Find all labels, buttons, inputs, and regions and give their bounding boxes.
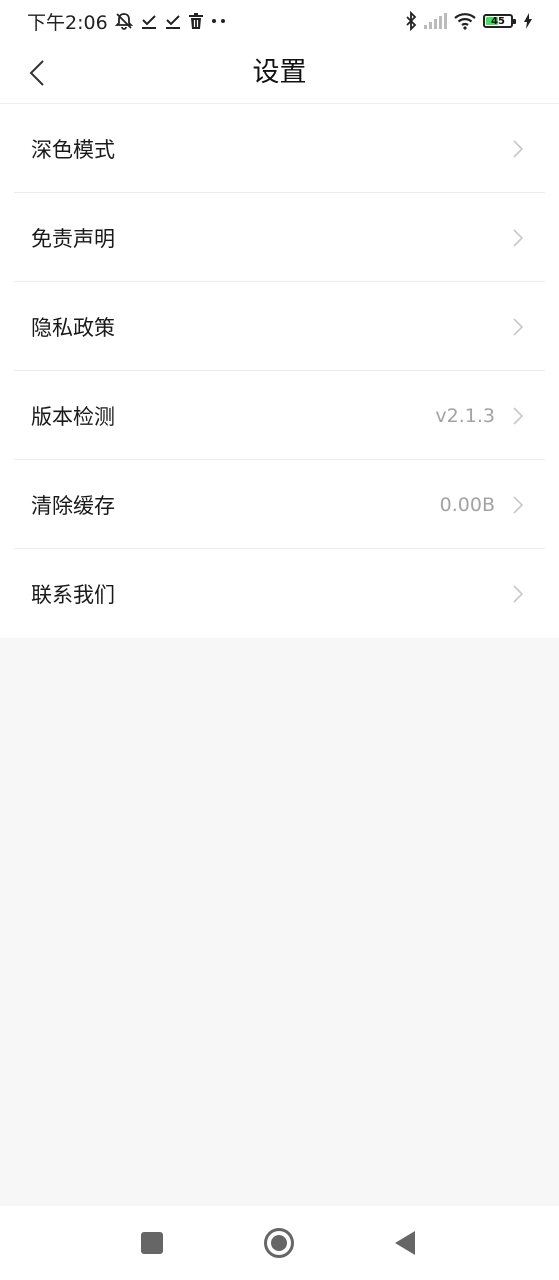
trash-icon — [188, 12, 204, 30]
settings-item-dark-mode[interactable]: 深色模式 — [0, 104, 559, 193]
cache-size-value: 0.00B — [439, 493, 495, 516]
chevron-right-icon — [513, 584, 523, 603]
more-dots-icon — [210, 17, 228, 25]
charging-icon — [523, 13, 533, 29]
system-back-button[interactable] — [393, 1230, 417, 1256]
settings-item-privacy-policy[interactable]: 隐私政策 — [0, 282, 559, 371]
settings-item-contact-us[interactable]: 联系我们 — [0, 549, 559, 638]
settings-item-label: 联系我们 — [31, 582, 115, 607]
status-bar: 下午2:06 45 — [0, 0, 559, 42]
battery-level: 45 — [491, 15, 505, 27]
signal-icon — [423, 13, 447, 29]
settings-item-label: 隐私政策 — [31, 315, 115, 340]
back-triangle-icon — [395, 1231, 415, 1255]
system-nav-bar — [0, 1206, 559, 1280]
status-bar-left: 下午2:06 — [27, 8, 228, 35]
settings-item-version-check[interactable]: 版本检测 v2.1.3 — [0, 371, 559, 460]
settings-item-disclaimer[interactable]: 免责声明 — [0, 193, 559, 282]
chevron-right-icon — [513, 139, 523, 158]
wifi-icon — [453, 12, 477, 30]
bell-off-icon — [114, 11, 134, 31]
bluetooth-icon — [405, 11, 417, 31]
home-button[interactable] — [263, 1227, 295, 1259]
chevron-right-icon — [513, 406, 523, 425]
status-bar-right: 45 — [405, 11, 533, 31]
settings-item-label: 清除缓存 — [31, 493, 115, 518]
battery-icon: 45 — [483, 14, 516, 28]
settings-item-label: 免责声明 — [31, 226, 115, 251]
chevron-right-icon — [513, 317, 523, 336]
recents-square-icon — [141, 1232, 163, 1254]
version-value: v2.1.3 — [435, 404, 495, 427]
settings-item-label: 版本检测 — [31, 404, 115, 429]
check-download-icon — [164, 12, 182, 30]
settings-item-label: 深色模式 — [31, 137, 115, 162]
settings-list: 深色模式 免责声明 隐私政策 版本检测 v2.1.3 清除缓存 0.00B 联系… — [0, 104, 559, 638]
settings-item-clear-cache[interactable]: 清除缓存 0.00B — [0, 460, 559, 549]
status-time: 下午2:06 — [27, 11, 108, 34]
header: 设置 — [0, 42, 559, 104]
chevron-right-icon — [513, 228, 523, 247]
home-circle-icon — [264, 1228, 294, 1258]
chevron-right-icon — [513, 495, 523, 514]
page-title: 设置 — [252, 57, 307, 88]
check-download-icon — [140, 12, 158, 30]
recents-button[interactable] — [140, 1231, 164, 1255]
